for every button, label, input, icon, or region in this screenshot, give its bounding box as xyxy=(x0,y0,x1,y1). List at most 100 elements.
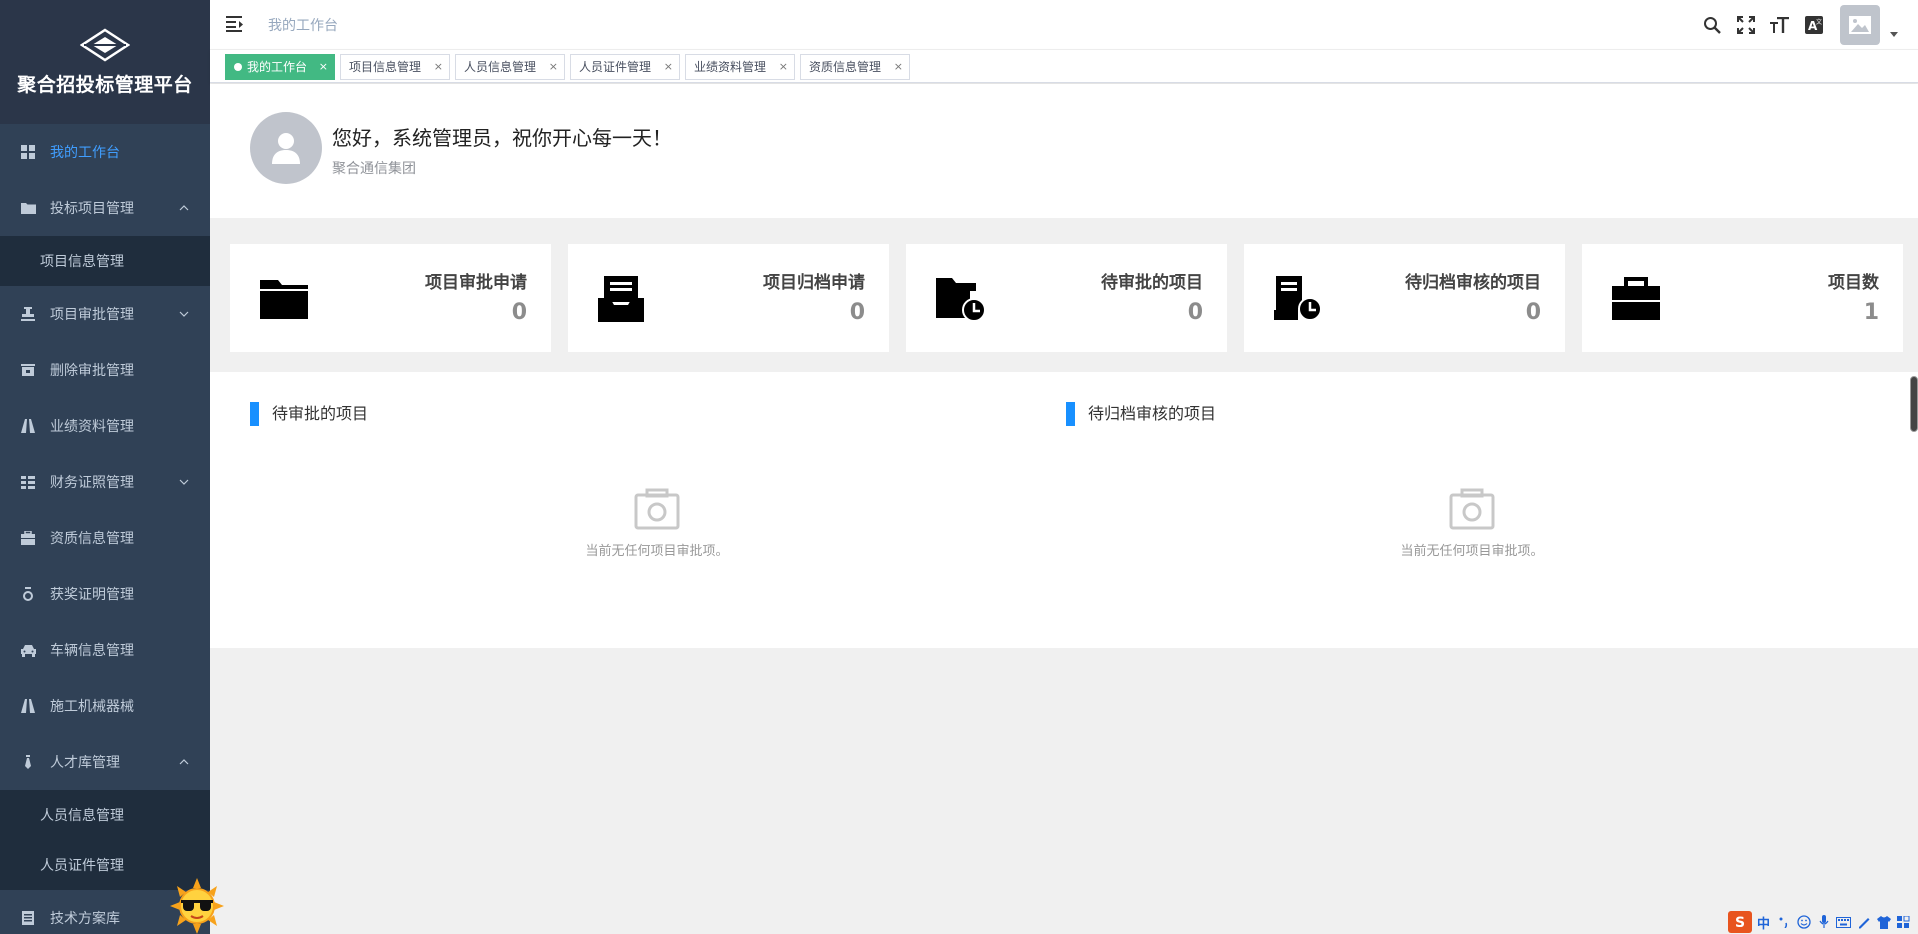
sidebar-item-qualification[interactable]: 资质信息管理 xyxy=(0,510,210,566)
empty-text: 当前无任何项目审批项。 xyxy=(1400,544,1544,559)
keyboard-icon[interactable] xyxy=(1835,913,1852,931)
sogou-s-icon[interactable]: S xyxy=(1728,911,1752,933)
tag-dashboard[interactable]: 我的工作台 × xyxy=(225,54,335,80)
sidebar-item-vehicles[interactable]: 车辆信息管理 xyxy=(0,622,210,678)
section-bar xyxy=(1066,402,1075,426)
dashboard-icon xyxy=(20,144,36,160)
close-icon[interactable]: × xyxy=(894,55,903,79)
stat-card-project-count[interactable]: 项目数 1 xyxy=(1582,244,1903,352)
user-icon xyxy=(272,133,300,164)
submenu-talent: 人员信息管理 人员证件管理 xyxy=(0,790,210,890)
fullscreen-icon[interactable] xyxy=(1736,15,1756,35)
chevron-up-icon xyxy=(179,205,189,211)
stamp-icon xyxy=(20,306,36,322)
scrollbar-thumb[interactable] xyxy=(1910,376,1918,432)
sidebar-item-dashboard[interactable]: 我的工作台 xyxy=(0,124,210,180)
sidebar-item-project-approval[interactable]: 项目审批管理 xyxy=(0,286,210,342)
sidebar-subitem-project-info[interactable]: 项目信息管理 xyxy=(0,236,210,286)
tag-staff-certs[interactable]: 人员证件管理 × xyxy=(570,54,680,80)
briefcase-icon xyxy=(1612,277,1660,320)
tag-project-info[interactable]: 项目信息管理 × xyxy=(340,54,450,80)
stat-title: 项目审批申请 xyxy=(425,273,527,293)
user-avatar[interactable] xyxy=(1840,5,1880,45)
folder-icon xyxy=(260,280,308,319)
case-icon xyxy=(20,530,36,546)
font-size-icon[interactable] xyxy=(1770,15,1790,35)
stat-card-archive-requests[interactable]: 项目归档申请 0 xyxy=(568,244,889,352)
search-icon[interactable] xyxy=(1702,15,1722,35)
stat-card-pending-approval[interactable]: 待审批的项目 0 xyxy=(906,244,1227,352)
tag-label: 项目信息管理 xyxy=(349,60,422,74)
breadcrumb[interactable]: 我的工作台 xyxy=(268,15,338,35)
emoji-icon[interactable] xyxy=(1795,913,1812,931)
tag-label: 资质信息管理 xyxy=(809,60,882,74)
handwriting-icon[interactable] xyxy=(1855,913,1872,931)
sidebar-item-label: 财务证照管理 xyxy=(50,475,134,491)
punctuation-icon[interactable] xyxy=(1775,913,1792,931)
road-icon xyxy=(20,698,36,714)
camera-icon xyxy=(1449,488,1495,530)
tag-label: 业绩资料管理 xyxy=(694,60,767,74)
sidebar-item-talent[interactable]: 人才库管理 xyxy=(0,734,210,790)
road-icon xyxy=(20,418,36,434)
close-icon[interactable]: × xyxy=(434,55,443,79)
hamburger-icon[interactable] xyxy=(226,15,246,33)
sidebar-item-label: 资质信息管理 xyxy=(50,531,134,547)
chevron-up-icon xyxy=(179,759,189,765)
sidebar-item-finance[interactable]: 财务证照管理 xyxy=(0,454,210,510)
stat-card-approval-requests[interactable]: 项目审批申请 0 xyxy=(230,244,551,352)
skin-shirt-icon[interactable] xyxy=(1875,913,1892,931)
close-icon[interactable]: × xyxy=(549,55,558,79)
toolbox-grid-icon[interactable] xyxy=(1895,913,1912,931)
welcome-greeting: 您好，系统管理员，祝你开心每一天！ xyxy=(332,126,672,150)
stat-value: 1 xyxy=(1863,300,1879,325)
ime-toolbar: S 中 xyxy=(1725,910,1918,934)
sidebar-item-label: 我的工作台 xyxy=(50,145,120,161)
sidebar-item-awards[interactable]: 获奖证明管理 xyxy=(0,566,210,622)
stat-card-pending-archive[interactable]: 待归档审核的项目 0 xyxy=(1244,244,1565,352)
stat-title: 待审批的项目 xyxy=(1101,273,1203,293)
stat-title: 项目归档申请 xyxy=(763,273,865,293)
sidebar-item-machinery[interactable]: 施工机械器械 xyxy=(0,678,210,734)
section-title-text: 待审批的项目 xyxy=(272,404,369,423)
sidebar-item-bid-projects[interactable]: 投标项目管理 xyxy=(0,180,210,236)
sidebar-menu: 我的工作台 投标项目管理 项目信息管理 项目审批管理 删除审批管理 业绩资料管理… xyxy=(0,124,210,934)
chevron-down-icon xyxy=(179,479,189,485)
submenu-bid-projects: 项目信息管理 xyxy=(0,236,210,286)
sidebar-item-label: 人才库管理 xyxy=(50,755,120,771)
section-title-pending-archive: 待归档审核的项目 xyxy=(1066,402,1216,426)
stat-value: 0 xyxy=(1187,300,1203,325)
tag-staff-info[interactable]: 人员信息管理 × xyxy=(455,54,565,80)
empty-state-approval: 当前无任何项目审批项。 xyxy=(507,488,807,559)
folder-icon xyxy=(20,200,36,216)
sidebar-item-label: 项目审批管理 xyxy=(50,307,134,323)
translate-icon[interactable]: A文 xyxy=(1804,15,1824,35)
active-dot-icon xyxy=(234,63,242,71)
close-icon[interactable]: × xyxy=(779,55,788,79)
sidebar-subitem-staff-info[interactable]: 人员信息管理 xyxy=(0,790,210,840)
sidebar-item-label: 获奖证明管理 xyxy=(50,587,134,603)
stat-title: 待归档审核的项目 xyxy=(1405,273,1541,293)
close-icon[interactable]: × xyxy=(664,55,673,79)
stat-value: 0 xyxy=(511,300,527,325)
sidebar-item-performance[interactable]: 业绩资料管理 xyxy=(0,398,210,454)
microphone-icon[interactable] xyxy=(1815,913,1832,931)
ime-language[interactable]: 中 xyxy=(1755,913,1772,932)
tags-view: 我的工作台 × 项目信息管理 × 人员信息管理 × 人员证件管理 × 业绩资料管理 × 资… xyxy=(210,50,1918,83)
sidebar-item-delete-approval[interactable]: 删除审批管理 xyxy=(0,342,210,398)
doc-clock-icon xyxy=(1274,276,1322,321)
svg-text:S: S xyxy=(1735,915,1745,930)
tie-icon xyxy=(20,754,36,770)
sidebar-item-label: 投标项目管理 xyxy=(50,201,134,217)
close-icon[interactable]: × xyxy=(319,55,328,79)
organization-name: 聚合通信集团 xyxy=(332,161,416,177)
sidebar-item-label: 业绩资料管理 xyxy=(50,419,134,435)
tag-performance[interactable]: 业绩资料管理 × xyxy=(685,54,795,80)
tag-qualification[interactable]: 资质信息管理 × xyxy=(800,54,910,80)
medal-icon xyxy=(20,586,36,602)
chevron-down-icon xyxy=(179,311,189,317)
header-tools: A文 xyxy=(1688,0,1898,50)
caret-down-icon[interactable] xyxy=(1890,31,1898,37)
tag-label: 我的工作台 xyxy=(247,60,308,74)
tag-label: 人员证件管理 xyxy=(579,60,652,74)
